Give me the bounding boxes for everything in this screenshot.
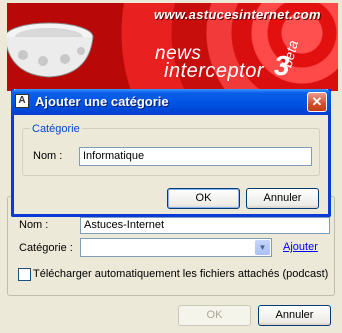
category-name-input[interactable]: Informatique <box>79 147 312 166</box>
close-icon[interactable]: ✕ <box>307 92 327 112</box>
app-banner: www.astucesinternet.com news interceptor… <box>7 3 338 91</box>
site-watermark: www.astucesinternet.com <box>154 7 321 22</box>
dialog-titlebar[interactable]: A Ajouter une catégorie ✕ <box>11 89 331 115</box>
parent-ok-button[interactable]: OK <box>178 305 251 326</box>
category-group-title: Catégorie <box>30 123 82 135</box>
dialog-title: Ajouter une catégorie <box>35 94 169 109</box>
pet-bowl-icon <box>7 22 94 78</box>
parent-cancel-button[interactable]: Annuler <box>258 305 331 326</box>
category-label: Catégorie : <box>19 242 73 254</box>
add-category-link[interactable]: Ajouter <box>283 241 318 253</box>
brand-tag: beta <box>278 38 302 69</box>
app-icon: A <box>15 94 29 108</box>
dialog-ok-button[interactable]: OK <box>167 188 240 209</box>
category-select[interactable]: ▼ <box>80 238 272 257</box>
brand-line2: interceptor <box>164 60 264 82</box>
chevron-down-icon[interactable]: ▼ <box>255 240 270 255</box>
download-attachments-label: Télécharger automatiquement les fichiers… <box>33 268 329 280</box>
dialog-cancel-button[interactable]: Annuler <box>246 188 319 209</box>
feed-name-input[interactable]: Astuces-Internet <box>80 217 330 234</box>
download-attachments-checkbox[interactable] <box>18 268 31 281</box>
dialog-name-label: Nom : <box>33 150 63 162</box>
feed-name-label: Nom : <box>19 219 49 231</box>
